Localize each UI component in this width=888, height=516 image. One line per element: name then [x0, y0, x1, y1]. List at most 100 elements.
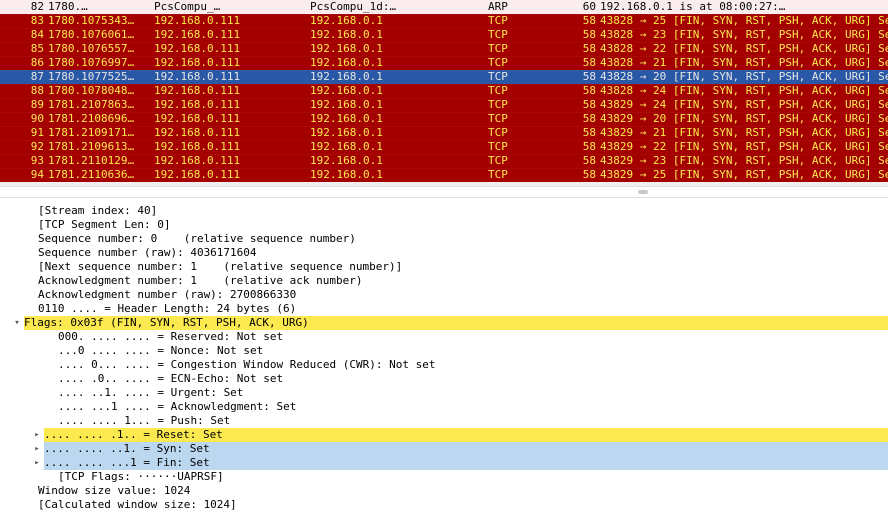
packet-cell-proto: TCP [486, 140, 560, 154]
packet-cell-proto: TCP [486, 84, 560, 98]
packet-row[interactable]: 871780.1077525…192.168.0.111192.168.0.1T… [0, 70, 888, 84]
packet-row[interactable]: 861780.1076997…192.168.0.111192.168.0.1T… [0, 56, 888, 70]
packet-row[interactable]: 841780.1076061…192.168.0.111192.168.0.1T… [0, 28, 888, 42]
detail-text: .... .... ..1. = Syn: Set [44, 442, 888, 456]
packet-row[interactable]: 931781.2110129…192.168.0.111192.168.0.1T… [0, 154, 888, 168]
packet-cell-src: 192.168.0.111 [152, 98, 308, 112]
packet-row[interactable]: 911781.2109171…192.168.0.111192.168.0.1T… [0, 126, 888, 140]
packet-cell-time: 1781.2109171… [46, 126, 152, 140]
detail-row[interactable]: Acknowledgment number (raw): 2700866330 [0, 288, 888, 302]
packet-cell-src: 192.168.0.111 [152, 14, 308, 28]
packet-cell-time: 1780.… [46, 0, 152, 14]
detail-row[interactable]: .... .0.. .... = ECN-Echo: Not set [0, 372, 888, 386]
packet-cell-len: 58 [560, 126, 598, 140]
packet-cell-src: 192.168.0.111 [152, 28, 308, 42]
detail-text: Flags: 0x03f (FIN, SYN, RST, PSH, ACK, U… [24, 316, 888, 330]
packet-cell-info: 43829 → 23 [FIN, SYN, RST, PSH, ACK, URG… [598, 154, 888, 168]
packet-cell-src: 192.168.0.111 [152, 56, 308, 70]
packet-cell-time: 1780.1076061… [46, 28, 152, 42]
packet-cell-dst: 192.168.0.1 [308, 168, 486, 182]
detail-text: 0110 .... = Header Length: 24 bytes (6) [24, 302, 888, 316]
packet-cell-proto: TCP [486, 28, 560, 42]
packet-cell-info: 43828 → 20 [FIN, SYN, RST, PSH, ACK, URG… [598, 70, 888, 84]
packet-cell-proto: ARP [486, 0, 560, 14]
detail-row[interactable]: [Stream index: 40] [0, 204, 888, 218]
detail-row[interactable]: Sequence number: 0 (relative sequence nu… [0, 232, 888, 246]
packet-cell-len: 58 [560, 154, 598, 168]
chevron-right-icon[interactable]: ▸ [30, 456, 44, 470]
packet-row[interactable]: 921781.2109613…192.168.0.111192.168.0.1T… [0, 140, 888, 154]
detail-row[interactable]: [TCP Flags: ······UAPRSF] [0, 470, 888, 484]
detail-text: ...0 .... .... = Nonce: Not set [44, 344, 888, 358]
packet-cell-src: 192.168.0.111 [152, 140, 308, 154]
detail-row[interactable]: ▸.... .... ...1 = Fin: Set [0, 456, 888, 470]
detail-row[interactable]: ...0 .... .... = Nonce: Not set [0, 344, 888, 358]
detail-row[interactable]: [Calculated window size: 1024] [0, 498, 888, 512]
packet-cell-proto: TCP [486, 112, 560, 126]
detail-text: .... .... .1.. = Reset: Set [44, 428, 888, 442]
packet-cell-proto: TCP [486, 70, 560, 84]
packet-cell-dst: 192.168.0.1 [308, 154, 486, 168]
packet-cell-proto: TCP [486, 56, 560, 70]
packet-row[interactable]: 821780.…PcsCompu_…PcsCompu_1d:…ARP60192.… [0, 0, 888, 14]
detail-row[interactable]: [TCP Segment Len: 0] [0, 218, 888, 232]
detail-row[interactable]: Window size value: 1024 [0, 484, 888, 498]
packet-details-pane[interactable]: [Stream index: 40][TCP Segment Len: 0]Se… [0, 198, 888, 516]
packet-cell-src: 192.168.0.111 [152, 112, 308, 126]
packet-cell-info: 43829 → 20 [FIN, SYN, RST, PSH, ACK, URG… [598, 112, 888, 126]
detail-text: Acknowledgment number (raw): 2700866330 [24, 288, 888, 302]
chevron-right-icon[interactable]: ▸ [30, 428, 44, 442]
detail-row[interactable]: ▾Flags: 0x03f (FIN, SYN, RST, PSH, ACK, … [0, 316, 888, 330]
packet-row[interactable]: 941781.2110636…192.168.0.111192.168.0.1T… [0, 168, 888, 182]
detail-text: Acknowledgment number: 1 (relative ack n… [24, 274, 888, 288]
detail-text: Window size value: 1024 [24, 484, 888, 498]
packet-cell-len: 58 [560, 28, 598, 42]
detail-text: [Stream index: 40] [24, 204, 888, 218]
detail-row[interactable]: 000. .... .... = Reserved: Not set [0, 330, 888, 344]
packet-cell-time: 1781.2108696… [46, 112, 152, 126]
detail-row[interactable]: Acknowledgment number: 1 (relative ack n… [0, 274, 888, 288]
packet-cell-info: 43828 → 23 [FIN, SYN, RST, PSH, ACK, URG… [598, 28, 888, 42]
detail-text: 000. .... .... = Reserved: Not set [44, 330, 888, 344]
packet-row[interactable]: 891781.2107863…192.168.0.111192.168.0.1T… [0, 98, 888, 112]
detail-row[interactable]: 0110 .... = Header Length: 24 bytes (6) [0, 302, 888, 316]
detail-row[interactable]: ▸.... .... .1.. = Reset: Set [0, 428, 888, 442]
detail-text: [TCP Segment Len: 0] [24, 218, 888, 232]
packet-cell-no: 89 [0, 98, 46, 112]
packet-cell-no: 93 [0, 154, 46, 168]
packet-cell-len: 60 [560, 0, 598, 14]
packet-cell-proto: TCP [486, 154, 560, 168]
detail-row[interactable]: Sequence number (raw): 4036171604 [0, 246, 888, 260]
detail-text: .... ...1 .... = Acknowledgment: Set [44, 400, 888, 414]
packet-cell-proto: TCP [486, 126, 560, 140]
packet-cell-no: 84 [0, 28, 46, 42]
packet-list-pane[interactable]: 821780.…PcsCompu_…PcsCompu_1d:…ARP60192.… [0, 0, 888, 186]
pane-splitter[interactable] [0, 186, 888, 198]
packet-cell-src: 192.168.0.111 [152, 126, 308, 140]
packet-cell-src: 192.168.0.111 [152, 168, 308, 182]
detail-row[interactable]: .... ...1 .... = Acknowledgment: Set [0, 400, 888, 414]
packet-cell-proto: TCP [486, 42, 560, 56]
detail-row[interactable]: .... ..1. .... = Urgent: Set [0, 386, 888, 400]
packet-cell-no: 86 [0, 56, 46, 70]
chevron-down-icon[interactable]: ▾ [10, 316, 24, 330]
packet-cell-no: 87 [0, 70, 46, 84]
packet-cell-info: 43829 → 22 [FIN, SYN, RST, PSH, ACK, URG… [598, 140, 888, 154]
detail-row[interactable]: .... .... 1... = Push: Set [0, 414, 888, 428]
packet-cell-no: 85 [0, 42, 46, 56]
detail-row[interactable]: ▸.... .... ..1. = Syn: Set [0, 442, 888, 456]
chevron-right-icon[interactable]: ▸ [30, 442, 44, 456]
packet-cell-dst: 192.168.0.1 [308, 28, 486, 42]
packet-row[interactable]: 851780.1076557…192.168.0.111192.168.0.1T… [0, 42, 888, 56]
packet-cell-info: 43829 → 21 [FIN, SYN, RST, PSH, ACK, URG… [598, 126, 888, 140]
packet-cell-time: 1780.1076557… [46, 42, 152, 56]
packet-cell-src: PcsCompu_… [152, 0, 308, 14]
packet-row[interactable]: 881780.1078048…192.168.0.111192.168.0.1T… [0, 84, 888, 98]
packet-cell-no: 92 [0, 140, 46, 154]
packet-cell-time: 1780.1076997… [46, 56, 152, 70]
detail-row[interactable]: [Next sequence number: 1 (relative seque… [0, 260, 888, 274]
detail-text: .... .... ...1 = Fin: Set [44, 456, 888, 470]
packet-row[interactable]: 831780.1075343…192.168.0.111192.168.0.1T… [0, 14, 888, 28]
packet-row[interactable]: 901781.2108696…192.168.0.111192.168.0.1T… [0, 112, 888, 126]
detail-row[interactable]: .... 0... .... = Congestion Window Reduc… [0, 358, 888, 372]
